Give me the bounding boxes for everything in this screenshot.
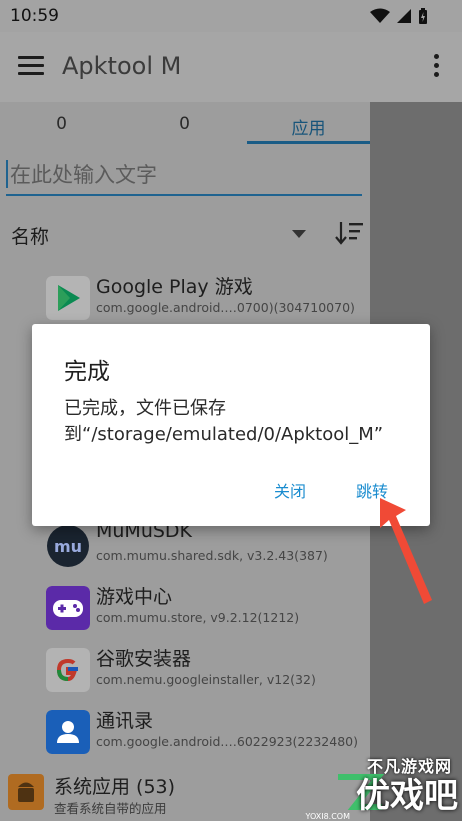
watermark-url: YOXI8.COM bbox=[305, 812, 351, 821]
app-name: 游戏中心 bbox=[96, 586, 173, 608]
mumu-icon: mu bbox=[47, 525, 89, 567]
app-name: Google Play 游戏 bbox=[96, 276, 253, 298]
contacts-icon bbox=[46, 710, 90, 754]
app-name: 通讯录 bbox=[96, 710, 154, 732]
text-cursor bbox=[6, 160, 8, 188]
app-package: com.mumu.shared.sdk, v3.2.43(387) bbox=[96, 548, 328, 563]
app-name: 谷歌安装器 bbox=[96, 648, 192, 670]
svg-text:mu: mu bbox=[54, 537, 82, 556]
android-icon bbox=[8, 774, 44, 810]
battery-icon bbox=[419, 8, 427, 24]
gamepad-icon bbox=[46, 586, 90, 630]
tab-bar: 0 0 应用 bbox=[0, 102, 370, 144]
google-play-games-icon bbox=[46, 276, 90, 320]
list-item[interactable]: Google Play 游戏 com.google.android.…0700)… bbox=[46, 268, 370, 330]
tab-first[interactable]: 0 bbox=[0, 114, 123, 134]
status-time: 10:59 bbox=[10, 6, 59, 26]
pointer-arrow-icon bbox=[380, 498, 432, 604]
system-apps-subtitle: 查看系统自带的应用 bbox=[54, 801, 167, 816]
dialog-message: 已完成，文件已保存到“/storage/emulated/0/Apktool_M… bbox=[64, 398, 384, 445]
status-icons bbox=[370, 8, 428, 25]
tab-second[interactable]: 0 bbox=[123, 114, 246, 134]
tab-indicator bbox=[247, 141, 370, 144]
system-apps-title: 系统应用 (53) bbox=[54, 776, 176, 798]
dialog-title: 完成 bbox=[64, 359, 110, 385]
dropdown-arrow-icon[interactable] bbox=[292, 230, 306, 238]
app-package: com.nemu.googleinstaller, v12(32) bbox=[96, 672, 316, 687]
search-input[interactable] bbox=[10, 158, 360, 192]
close-button[interactable]: 关闭 bbox=[274, 478, 306, 502]
list-item[interactable]: 游戏中心 com.mumu.store, v9.2.12(1212) bbox=[46, 578, 370, 640]
app-package: com.google.android.…0700)(304710070) bbox=[96, 300, 355, 315]
app-package: com.mumu.store, v9.2.12(1212) bbox=[96, 610, 300, 625]
watermark: 不凡游戏网 优戏吧 YOXI8.COM bbox=[262, 711, 462, 821]
app-bar: Apktool M bbox=[0, 32, 462, 102]
sort-label: 名称 bbox=[11, 226, 50, 248]
watermark-brand: 优戏吧 bbox=[356, 776, 458, 816]
overflow-menu-icon[interactable] bbox=[434, 54, 440, 81]
search-field[interactable] bbox=[6, 156, 362, 196]
signal-icon bbox=[397, 9, 411, 23]
completion-dialog: 完成 已完成，文件已保存到“/storage/emulated/0/Apktoo… bbox=[32, 324, 430, 526]
status-bar: 10:59 bbox=[0, 0, 462, 32]
google-g-icon bbox=[46, 648, 90, 692]
sort-order-icon[interactable] bbox=[334, 220, 364, 246]
app-title: Apktool M bbox=[62, 52, 182, 80]
wifi-icon bbox=[370, 8, 390, 23]
tab-apps[interactable]: 应用 bbox=[247, 114, 370, 139]
list-item[interactable]: 谷歌安装器 com.nemu.googleinstaller, v12(32) bbox=[46, 640, 370, 702]
hamburger-menu-icon[interactable] bbox=[18, 56, 44, 76]
